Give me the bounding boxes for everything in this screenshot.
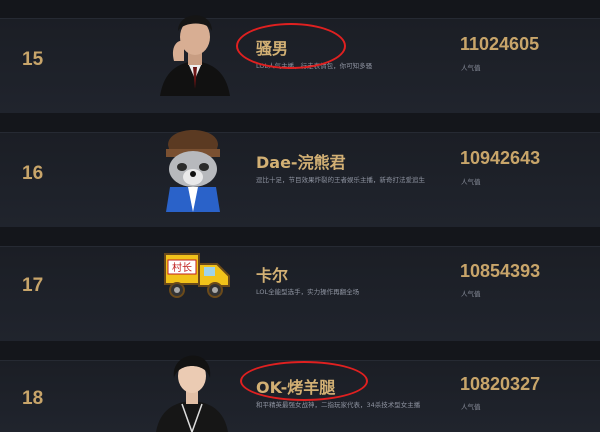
row-divider xyxy=(0,341,600,360)
raccoon-avatar-icon xyxy=(166,130,220,212)
popularity-label: 人气值 xyxy=(461,64,481,72)
girl-avatar-icon xyxy=(156,355,228,432)
ranking-row-18[interactable]: 18 OK-烤羊腿 和平精英最强女战神，二指玩家代表，34杀技术型女主播 108… xyxy=(0,355,600,432)
man-in-suit-avatar-icon xyxy=(160,15,230,96)
truck-sign-text: 村长 xyxy=(172,261,192,274)
village-chief-truck-avatar-icon: 村长 xyxy=(164,253,230,298)
rank-number: 15 xyxy=(22,49,44,70)
streamer-name[interactable]: Dae-浣熊君 xyxy=(256,149,346,173)
streamer-description: 和平精英最强女战神，二指玩家代表，34杀技术型女主播 xyxy=(256,401,421,409)
popularity-score: 10854393 xyxy=(460,261,541,281)
highlight-circle xyxy=(240,361,368,401)
rank-number: 17 xyxy=(22,275,44,296)
ranking-row-16[interactable]: 16 Dae-浣熊君 逗比十足，节目效果炸裂的王者娱乐主播，新奇打法爱追生 10… xyxy=(0,130,600,228)
row-divider xyxy=(0,113,600,132)
popularity-label: 人气值 xyxy=(461,178,481,186)
ranking-row-17[interactable]: 17 村长 卡尔 LOL全能型选手，实力操作再翻全场 10854393 人气值 xyxy=(0,246,600,342)
popularity-score: 10820327 xyxy=(460,374,541,394)
row-divider xyxy=(0,227,600,246)
rank-number: 16 xyxy=(22,163,44,184)
top-divider xyxy=(0,0,600,18)
popularity-score: 11024605 xyxy=(460,34,540,54)
rank-number: 18 xyxy=(22,388,44,409)
ranking-row-15[interactable]: 15 骚男 LOL人气主播，行走表情包，你可知多骚 11024605 人气值 xyxy=(0,15,600,114)
popularity-label: 人气值 xyxy=(461,403,481,411)
highlight-circle xyxy=(236,23,346,69)
streamer-name[interactable]: 卡尔 xyxy=(256,262,288,286)
streamer-description: 逗比十足，节目效果炸裂的王者娱乐主播，新奇打法爱追生 xyxy=(256,176,425,184)
streamer-description: LOL全能型选手，实力操作再翻全场 xyxy=(256,288,360,296)
popularity-label: 人气值 xyxy=(461,290,481,298)
popularity-score: 10942643 xyxy=(460,148,541,168)
